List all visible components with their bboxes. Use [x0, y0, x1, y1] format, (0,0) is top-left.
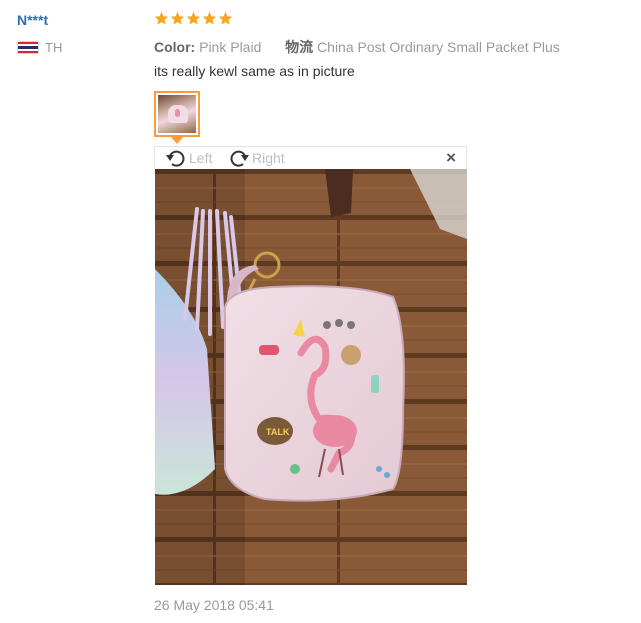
- color-value: Pink Plaid: [199, 39, 262, 55]
- logistics-value: China Post Ordinary Small Packet Plus: [317, 39, 560, 55]
- star-icon: [218, 11, 233, 25]
- thumbnail-image: [158, 95, 196, 133]
- rotate-left-icon: [166, 150, 185, 167]
- thumbnail-pointer: [171, 137, 183, 144]
- rotate-right-icon: [230, 150, 249, 167]
- star-icon: [202, 11, 217, 25]
- photo-talk-text: TALK: [266, 427, 290, 437]
- star-icon: [154, 11, 169, 25]
- star-rating: [154, 11, 233, 26]
- rotate-left-label: Left: [189, 150, 213, 166]
- reviewer-country: TH: [17, 40, 62, 55]
- review-photo: TALK: [155, 169, 467, 585]
- review-date: 26 May 2018 05:41: [154, 597, 274, 613]
- reviewer-name[interactable]: N***t: [17, 12, 48, 28]
- logistics-label: 物流: [285, 39, 314, 55]
- star-icon: [170, 11, 185, 25]
- country-code: TH: [45, 40, 63, 55]
- flag-thailand-icon: [17, 41, 39, 54]
- order-details: Color: Pink Plaid 物流 China Post Ordinary…: [154, 37, 560, 57]
- close-icon[interactable]: ×: [446, 149, 456, 167]
- rotate-left-button[interactable]: Left: [165, 148, 212, 168]
- star-icon: [186, 11, 201, 25]
- review-photo-thumbnail[interactable]: [154, 91, 200, 137]
- color-label: Color:: [154, 39, 196, 55]
- rotate-right-button[interactable]: Right: [228, 148, 285, 168]
- rotate-right-label: Right: [252, 150, 285, 166]
- photo-viewer-toolbar: Left Right ×: [154, 146, 467, 169]
- review-text: its really kewl same as in picture: [154, 63, 355, 79]
